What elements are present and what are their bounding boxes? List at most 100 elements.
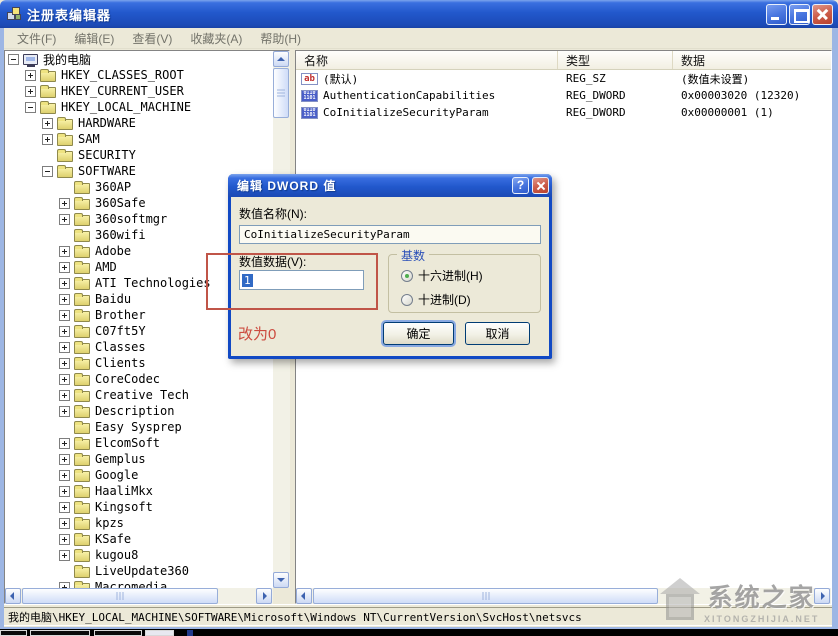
tree-item[interactable]: Gemplus bbox=[5, 451, 273, 467]
expander-icon[interactable] bbox=[59, 438, 70, 449]
tree-item[interactable]: Kingsoft bbox=[5, 499, 273, 515]
scroll-left-button[interactable] bbox=[296, 588, 312, 604]
tree-item-label: KSafe bbox=[95, 532, 131, 546]
tree-item[interactable]: LiveUpdate360 bbox=[5, 563, 273, 579]
column-header-type[interactable]: 类型 bbox=[558, 51, 673, 69]
menu-item[interactable]: 查看(V) bbox=[123, 28, 181, 49]
help-icon[interactable]: ? bbox=[512, 177, 529, 194]
menu-item[interactable]: 文件(F) bbox=[8, 28, 65, 49]
scroll-left-button[interactable] bbox=[5, 588, 21, 604]
tree-node-icon bbox=[74, 535, 90, 546]
menu-item[interactable]: 编辑(E) bbox=[65, 28, 123, 49]
expander-icon[interactable] bbox=[59, 550, 70, 561]
registry-value-row[interactable]: (默认) REG_SZ (数值未设置) bbox=[296, 70, 831, 87]
value-data: 0x00000001 (1) bbox=[673, 106, 831, 119]
list-hscroll-thumb[interactable] bbox=[313, 588, 658, 604]
cancel-button[interactable]: 取消 bbox=[465, 322, 530, 345]
ok-button[interactable]: 确定 bbox=[383, 322, 454, 345]
menu-item[interactable]: 收藏夹(A) bbox=[181, 28, 251, 49]
tree-item[interactable]: KSafe bbox=[5, 531, 273, 547]
expander-icon[interactable] bbox=[59, 326, 70, 337]
expander-icon[interactable] bbox=[59, 374, 70, 385]
expander-icon[interactable] bbox=[59, 294, 70, 305]
expander-icon[interactable] bbox=[59, 406, 70, 417]
expander-icon[interactable] bbox=[59, 262, 70, 273]
expander-icon[interactable] bbox=[42, 118, 53, 129]
expander-icon[interactable] bbox=[59, 358, 70, 369]
dec-radio-button[interactable] bbox=[401, 294, 413, 306]
tree-item[interactable]: kpzs bbox=[5, 515, 273, 531]
minimize-button[interactable] bbox=[766, 4, 787, 25]
maximize-button[interactable] bbox=[789, 4, 810, 25]
scroll-down-button[interactable] bbox=[273, 572, 289, 588]
column-header-name[interactable]: 名称 bbox=[296, 51, 558, 69]
expander-icon[interactable] bbox=[25, 102, 36, 113]
hex-radio-button[interactable] bbox=[401, 270, 413, 282]
tree-node-icon bbox=[74, 567, 90, 578]
tree-item[interactable]: kugou8 bbox=[5, 547, 273, 563]
tree-item[interactable]: 我的电脑 bbox=[5, 51, 273, 67]
registry-value-row[interactable]: AuthenticationCapabilities REG_DWORD 0x0… bbox=[296, 87, 831, 104]
hex-radio-label: 十六进制(H) bbox=[418, 267, 483, 284]
expander-icon[interactable] bbox=[59, 518, 70, 529]
expander-icon[interactable] bbox=[59, 486, 70, 497]
value-name-field: CoInitializeSecurityParam bbox=[239, 225, 541, 244]
expander-icon[interactable] bbox=[42, 166, 53, 177]
dec-radio-row[interactable]: 十进制(D) bbox=[401, 291, 471, 308]
hex-radio-row[interactable]: 十六进制(H) bbox=[401, 267, 483, 284]
tree-item[interactable]: HARDWARE bbox=[5, 115, 273, 131]
expander-icon[interactable] bbox=[59, 454, 70, 465]
tree-hscroll-thumb[interactable] bbox=[22, 588, 218, 604]
expander-icon[interactable] bbox=[59, 278, 70, 289]
tree-item[interactable]: HaaliMkx bbox=[5, 483, 273, 499]
status-bar: 我的电脑\HKEY_LOCAL_MACHINE\SOFTWARE\Microso… bbox=[2, 604, 836, 627]
expander-icon[interactable] bbox=[59, 198, 70, 209]
scroll-right-button[interactable] bbox=[814, 588, 830, 604]
expander-icon[interactable] bbox=[42, 134, 53, 145]
tree-item[interactable]: Description bbox=[5, 403, 273, 419]
tree-item[interactable]: HKEY_CLASSES_ROOT bbox=[5, 67, 273, 83]
expander-icon[interactable] bbox=[25, 70, 36, 81]
tree-item[interactable]: Easy Sysprep bbox=[5, 419, 273, 435]
tree-node-icon bbox=[74, 551, 90, 562]
expander-icon[interactable] bbox=[59, 214, 70, 225]
tree-item[interactable]: SAM bbox=[5, 131, 273, 147]
tree-item-label: SAM bbox=[78, 132, 100, 146]
column-header-data[interactable]: 数据 bbox=[673, 51, 831, 69]
scroll-up-button[interactable] bbox=[273, 51, 289, 67]
expander-icon[interactable] bbox=[59, 310, 70, 321]
menu-item[interactable]: 帮助(H) bbox=[251, 28, 310, 49]
tree-node-icon bbox=[40, 71, 56, 82]
tree-item[interactable]: HKEY_CURRENT_USER bbox=[5, 83, 273, 99]
tree-item-label: SECURITY bbox=[78, 148, 136, 162]
tree-node-icon bbox=[74, 503, 90, 514]
expander-icon[interactable] bbox=[59, 534, 70, 545]
tree-node-icon bbox=[74, 231, 90, 242]
dec-radio-label: 十进制(D) bbox=[418, 291, 471, 308]
dialog-title-bar[interactable]: 编辑 DWORD 值 ? bbox=[228, 174, 552, 197]
expander-icon[interactable] bbox=[59, 342, 70, 353]
tree-item[interactable]: SECURITY bbox=[5, 147, 273, 163]
expander-icon[interactable] bbox=[59, 502, 70, 513]
expander-icon[interactable] bbox=[59, 470, 70, 481]
tree-item[interactable]: ElcomSoft bbox=[5, 435, 273, 451]
tree-item[interactable]: Google bbox=[5, 467, 273, 483]
tree-item[interactable]: HKEY_LOCAL_MACHINE bbox=[5, 99, 273, 115]
tree-item[interactable]: CoreCodec bbox=[5, 371, 273, 387]
tree-item[interactable]: Creative Tech bbox=[5, 387, 273, 403]
expander-icon[interactable] bbox=[25, 86, 36, 97]
dialog-close-icon[interactable] bbox=[532, 177, 549, 194]
tree-item-label: 360softmgr bbox=[95, 212, 167, 226]
scroll-right-button[interactable] bbox=[256, 588, 272, 604]
registry-value-row[interactable]: CoInitializeSecurityParam REG_DWORD 0x00… bbox=[296, 104, 831, 121]
tree-item-label: Description bbox=[95, 404, 174, 418]
tree-item-label: HKEY_CLASSES_ROOT bbox=[61, 68, 184, 82]
value-data-input[interactable]: 1 bbox=[239, 270, 364, 290]
expander-icon[interactable] bbox=[8, 54, 19, 65]
expander-icon[interactable] bbox=[59, 246, 70, 257]
close-button[interactable] bbox=[812, 4, 833, 25]
tree-item[interactable]: Macromedia bbox=[5, 579, 273, 588]
tree-vscroll-thumb[interactable] bbox=[273, 68, 289, 118]
expander-icon[interactable] bbox=[59, 390, 70, 401]
title-bar: 注册表编辑器 bbox=[0, 0, 838, 28]
